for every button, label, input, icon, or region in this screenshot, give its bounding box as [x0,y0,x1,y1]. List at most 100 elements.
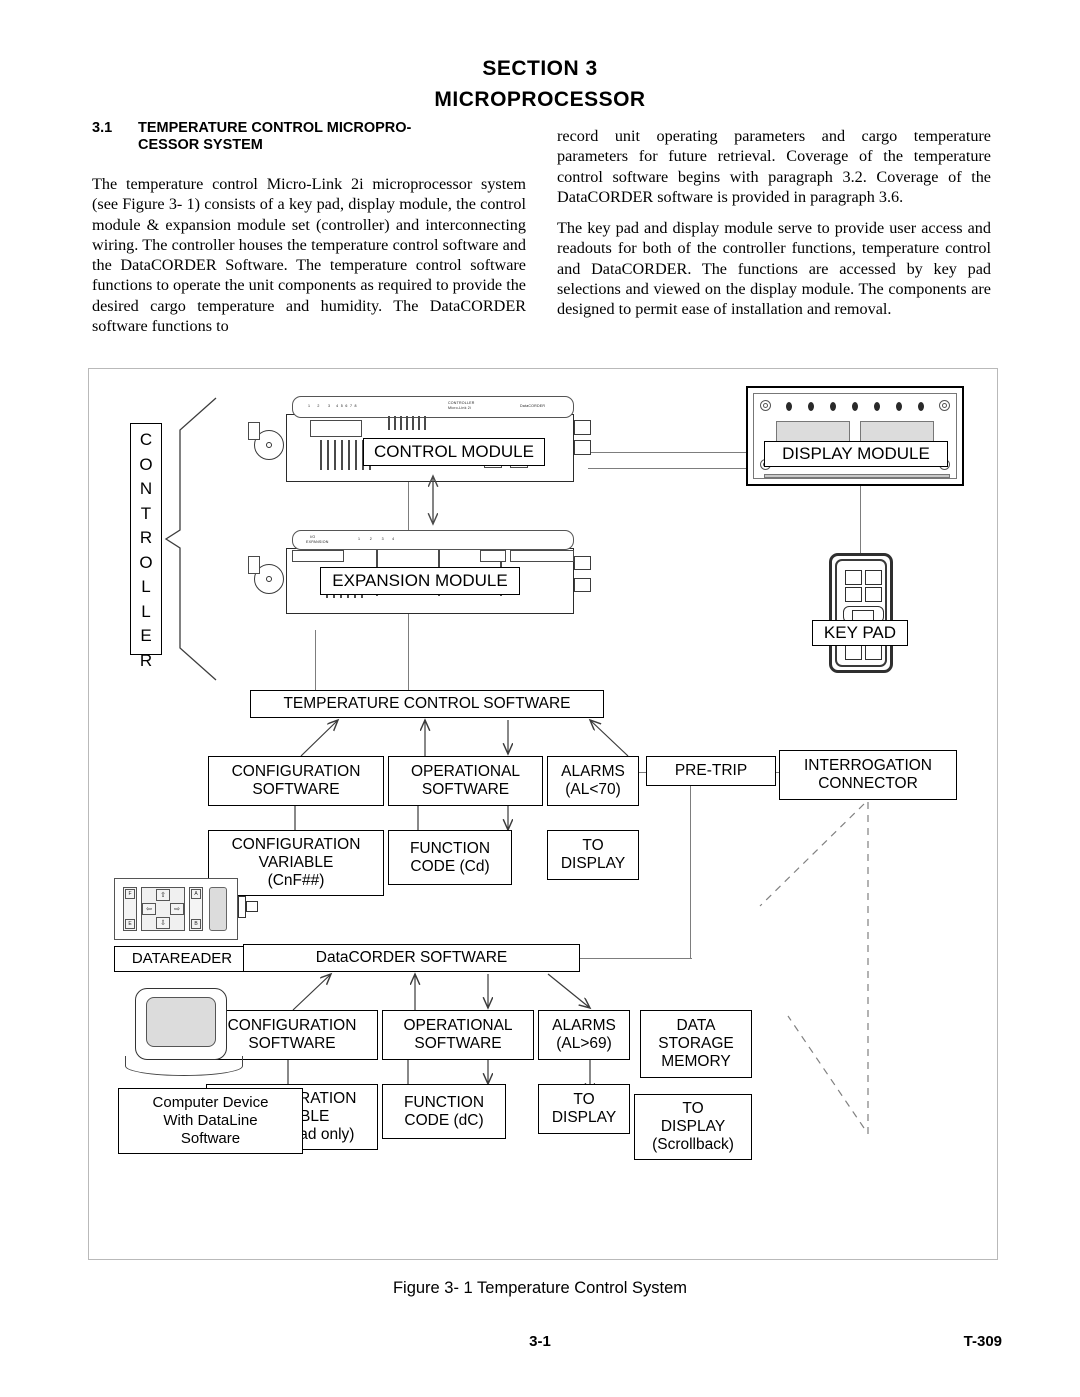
controller-letter-o1: O [139,454,153,474]
keypad-key-2[interactable] [865,570,882,585]
subsection-number: 3.1 [92,120,113,136]
paragraph-left-1: The temperature control Micro-Link 2i mi… [92,175,526,336]
dc-scrollback-line1: TO [682,1100,704,1117]
body-column-left: The temperature control Micro-Link 2i mi… [92,174,526,347]
controller-letter-r2: R [139,650,153,670]
interrogation-connector-box: INTERROGATION CONNECTOR [779,750,957,800]
controller-letter-n: N [139,479,153,498]
keypad-artwork[interactable] [829,553,893,673]
subsection-title: TEMPERATURE CONTROL MICROPRO- [138,120,412,136]
datareader-key-a[interactable]: A [191,889,201,899]
datareader-arrow-right-key[interactable]: ⇨ [170,903,184,915]
display-module-artwork [746,386,964,486]
tc-config-var-line2: VARIABLE [258,854,334,871]
keypad-callout: KEY PAD [812,620,908,646]
display-screw-top-left [760,400,771,411]
tc-config-sw-line2: SOFTWARE [252,781,340,798]
dc-operational-sw-line2: SOFTWARE [414,1035,502,1052]
manual-page: SECTION 3 MICROPROCESSOR 3.1 TEMPERATURE … [0,0,1080,1397]
document-number: T-309 [963,1333,1002,1350]
controller-letter-l1: L [141,577,151,596]
monitor-screen [146,997,216,1047]
keypad-key-8[interactable] [865,645,882,660]
tc-configuration-software-box: CONFIGURATION SOFTWARE [208,756,384,806]
datareader-screen [209,887,227,931]
tc-function-code-box: FUNCTION CODE (Cd) [388,830,512,885]
tc-config-var-line1: CONFIGURATION [231,836,361,853]
controller-letter-r: R [139,528,153,547]
temperature-control-software-box: TEMPERATURE CONTROL SOFTWARE [250,690,604,718]
datareader-artwork[interactable]: F E ⇧ ⇦ ⇨ ⇩ A B [114,878,238,940]
computer-callout-line1: Computer Device [152,1094,269,1111]
monitor-base [125,1056,243,1076]
tc-alarms-line2: (AL<70) [565,781,621,798]
dc-storage-line1: DATA [676,1017,716,1034]
dc-operational-software-box: OPERATIONAL SOFTWARE [382,1010,534,1060]
controller-letter-c: C [139,430,153,449]
tc-alarms-box: ALARMS (AL<70) [547,756,639,806]
dc-alarms-line1: ALARMS [552,1017,616,1034]
datareader-key-b[interactable]: B [191,919,201,929]
tc-alarms-line1: ALARMS [561,763,625,780]
control-module-callout: CONTROL MODULE [363,438,545,466]
tc-function-code-line1: FUNCTION [409,839,491,857]
arrow-left-icon: ⇦ [146,905,152,913]
dc-alarms-box: ALARMS (AL>69) [538,1010,630,1060]
arrow-up-icon: ⇧ [160,891,166,899]
dc-scrollback-line3: (Scrollback) [652,1136,734,1153]
dc-function-code-line2: CODE (dC) [404,1111,484,1129]
datareader-key-f[interactable]: F [125,889,135,899]
keypad-key-7[interactable] [845,645,862,660]
page-number: 3-1 [529,1333,551,1350]
paragraph-right-1: record unit operating parameters and car… [557,127,991,206]
tc-pretrip-box: PRE-TRIP [646,756,776,786]
display-bottom-strip [764,474,950,478]
section-title-heading: MICROPROCESSOR [434,88,646,111]
dc-to-display-box: TO DISPLAY [538,1084,630,1134]
display-module-callout: DISPLAY MODULE [764,441,948,467]
computer-device-artwork [125,988,245,1080]
controller-letter-t: T [140,503,152,523]
computer-callout-line3: Software [180,1130,241,1147]
figure-caption: Figure 3- 1 Temperature Control System [392,1279,688,1297]
dc-function-code-box: FUNCTION CODE (dC) [382,1084,506,1139]
dc-to-display-line2: DISPLAY [551,1109,617,1126]
dc-function-code-line1: FUNCTION [403,1093,485,1111]
keypad-key-4[interactable] [865,587,882,602]
dc-to-display-scrollback-box: TO DISPLAY (Scrollback) [634,1094,752,1160]
display-screw-top-right [939,400,950,411]
interrogation-connector-line1: INTERROGATION [803,757,933,774]
tc-operational-sw-line1: OPERATIONAL [410,763,521,780]
tc-operational-software-box: OPERATIONAL SOFTWARE [388,756,543,806]
display-readout-left [776,421,850,443]
display-readout-right [860,421,934,443]
tc-config-sw-line1: CONFIGURATION [231,763,361,780]
tc-operational-sw-line2: SOFTWARE [421,781,510,798]
figure-temperature-control-system: C O N T R O L L E R 1 2 3 4 5 6 7 8 CONT… [88,368,998,1260]
dc-storage-line3: MEMORY [661,1053,731,1070]
subsection-heading: 3.1 TEMPERATURE CONTROL MICROPRO- CESSOR … [92,120,532,154]
keypad-key-1[interactable] [845,570,862,585]
dc-operational-sw-line1: OPERATIONAL [403,1017,513,1034]
subsection-title-continued: CESSOR SYSTEM [138,137,263,153]
body-column-right: record unit operating parameters and car… [557,126,991,331]
controller-letter-o2: O [139,552,153,572]
datareader-callout: DATAREADER [114,946,250,972]
datareader-arrow-down-key[interactable]: ⇩ [156,917,170,929]
controller-letter-l2: L [141,601,151,621]
dc-storage-line2: STORAGE [658,1035,734,1052]
paragraph-right-2: The key pad and display module serve to … [557,219,991,319]
tc-to-display-box: TO DISPLAY [547,830,639,880]
tc-function-code-line2: CODE (Cd) [410,857,490,875]
datareader-key-e[interactable]: E [125,919,135,929]
datareader-arrow-up-key[interactable]: ⇧ [156,889,170,901]
dc-data-storage-memory-box: DATA STORAGE MEMORY [640,1010,752,1078]
arrow-down-icon: ⇩ [160,919,166,927]
dc-alarms-line2: (AL>69) [556,1035,612,1052]
controller-letter-e: E [140,626,152,645]
arrow-right-icon: ⇨ [174,905,180,913]
expansion-module-callout: EXPANSION MODULE [320,567,520,595]
datareader-arrow-left-key[interactable]: ⇦ [142,903,156,915]
interrogation-connector-line2: CONNECTOR [818,775,918,792]
keypad-key-3[interactable] [845,587,862,602]
